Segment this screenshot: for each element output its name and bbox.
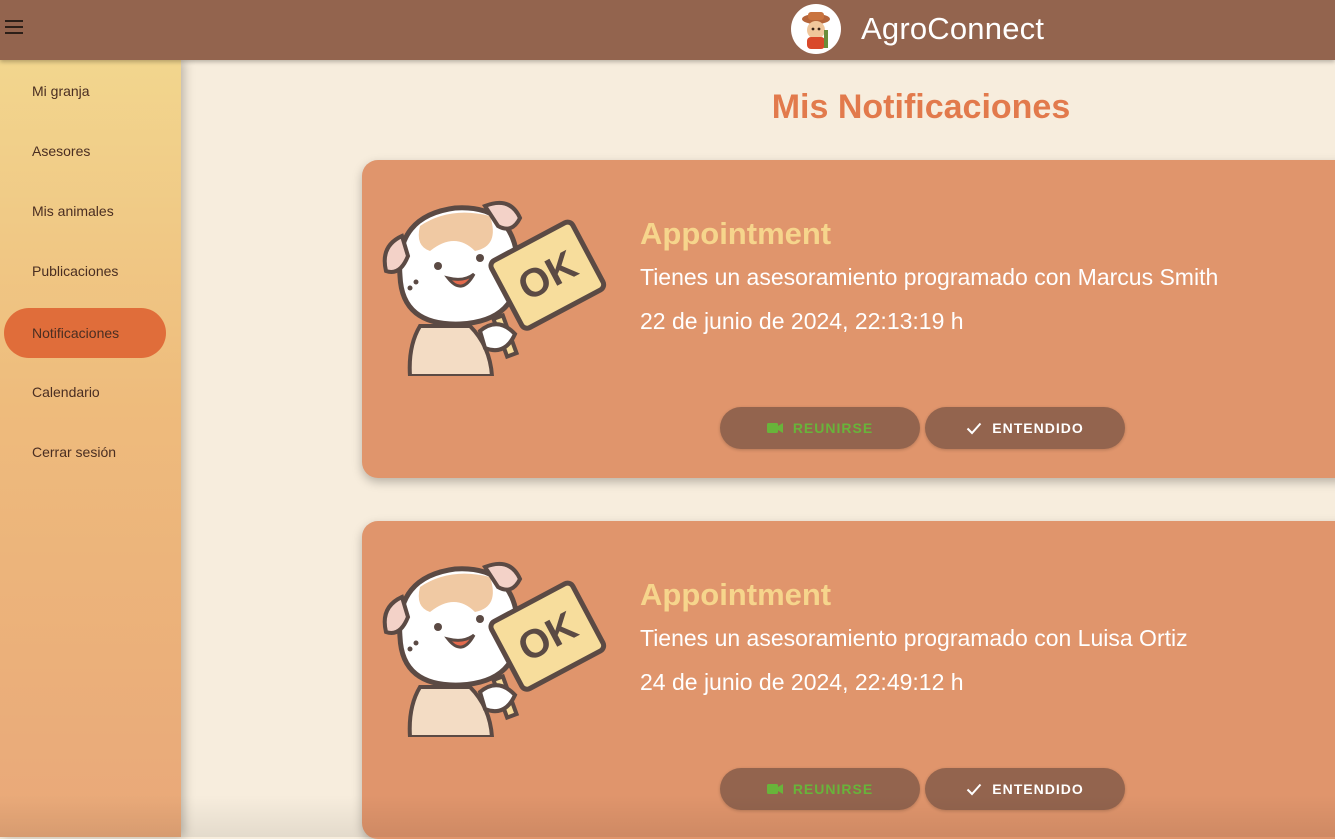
sidebar-item-asesores[interactable]: Asesores — [4, 126, 166, 176]
main-content: Mis Notificaciones OK Appointment Tienes… — [181, 60, 1335, 839]
check-icon — [967, 422, 982, 435]
video-camera-icon — [766, 784, 783, 794]
farmer-logo-icon — [791, 4, 841, 54]
notification-date: 22 de junio de 2024, 22:13:19 h — [640, 308, 964, 334]
sidebar: Mi granja Asesores Mis animales Publicac… — [0, 60, 181, 837]
sidebar-item-cerrar-sesion[interactable]: Cerrar sesión — [4, 427, 166, 477]
sidebar-item-calendario[interactable]: Calendario — [4, 367, 166, 417]
notification-card: OK Appointment Tienes un asesoramiento p… — [362, 521, 1335, 839]
sidebar-item-mis-animales[interactable]: Mis animales — [4, 186, 166, 236]
check-icon — [967, 783, 982, 796]
notification-title: Appointment — [640, 216, 832, 251]
meet-button-label: REUNIRSE — [792, 420, 874, 436]
brand[interactable]: AgroConnect — [791, 2, 1044, 56]
dog-ok-sign-illustration: OK — [382, 562, 607, 737]
sidebar-item-mi-granja[interactable]: Mi granja — [4, 66, 166, 116]
notification-title: Appointment — [640, 577, 832, 612]
meet-button[interactable]: REUNIRSE — [720, 768, 920, 810]
menu-icon[interactable] — [2, 15, 26, 39]
notification-card: OK Appointment Tienes un asesoramiento p… — [362, 160, 1335, 478]
notification-message: Tienes un asesoramiento programado con L… — [640, 625, 1188, 651]
app-title: AgroConnect — [861, 11, 1045, 46]
acknowledge-button[interactable]: ENTENDIDO — [925, 768, 1125, 810]
sidebar-item-notificaciones[interactable]: Notificaciones — [4, 308, 166, 358]
meet-button[interactable]: REUNIRSE — [720, 407, 920, 449]
top-app-bar: AgroConnect — [0, 0, 1335, 60]
acknowledge-button-label: ENTENDIDO — [992, 781, 1084, 797]
sidebar-item-publicaciones[interactable]: Publicaciones — [4, 246, 166, 296]
acknowledge-button-label: ENTENDIDO — [992, 420, 1084, 436]
video-camera-icon — [766, 423, 783, 433]
notification-date: 24 de junio de 2024, 22:49:12 h — [640, 669, 964, 695]
dog-ok-sign-illustration: OK — [382, 201, 607, 376]
page-title: Mis Notificaciones — [771, 88, 1071, 126]
meet-button-label: REUNIRSE — [792, 781, 874, 797]
notification-message: Tienes un asesoramiento programado con M… — [640, 264, 1219, 290]
acknowledge-button[interactable]: ENTENDIDO — [925, 407, 1125, 449]
